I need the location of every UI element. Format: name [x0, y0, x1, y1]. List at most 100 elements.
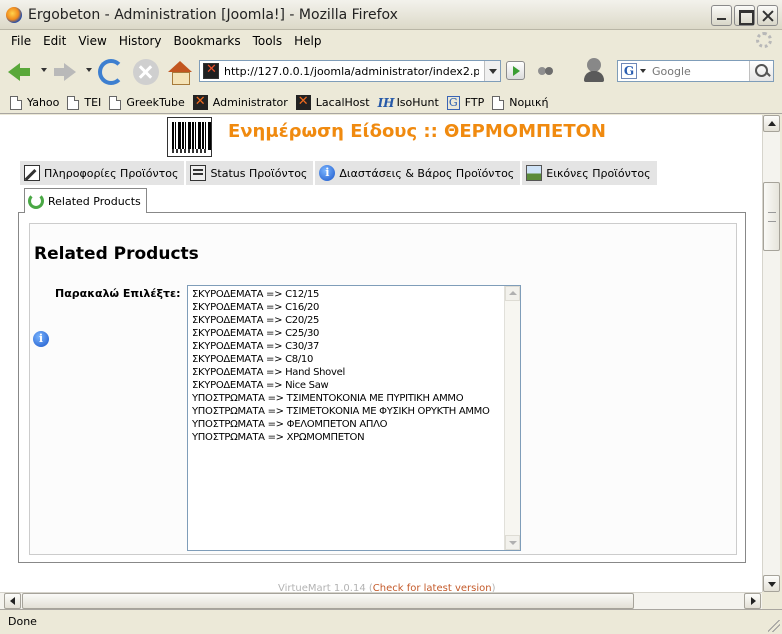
page-icon — [492, 95, 505, 110]
menu-file[interactable]: File — [5, 34, 37, 48]
stop-button[interactable] — [133, 59, 159, 85]
field-label: Παρακαλώ Επιλέξτε: — [55, 287, 181, 300]
status-bar: Done — [0, 609, 782, 634]
scroll-down-arrow-icon[interactable] — [763, 575, 780, 592]
list-option[interactable]: ΣΚΥΡΟΔΕΜΑΤΑ => C16/20 — [192, 301, 490, 314]
listbox-scrollbar[interactable] — [504, 286, 520, 550]
page-icon — [109, 95, 122, 110]
bookmark-lacalhost[interactable]: LacalHost — [295, 94, 370, 110]
tab-product-status[interactable]: Status Προϊόντος — [185, 160, 315, 186]
vertical-scrollbar[interactable] — [762, 115, 780, 592]
related-products-select[interactable]: ΣΚΥΡΟΔΕΜΑΤΑ => C12/15 ΣΚΥΡΟΔΕΜΑΤΑ => C16… — [187, 285, 521, 551]
bookmark-greektube[interactable]: GreekTube — [109, 95, 185, 110]
search-icon[interactable] — [749, 61, 773, 81]
list-option[interactable]: ΥΠΟΣΤΡΩΜΑΤΑ => ΤΣΙΜΕΤΟΚΟΝΙΑ ΜΕ ΦΥΣΙΚΗ ΟΡ… — [192, 405, 490, 418]
scroll-right-arrow-icon[interactable] — [744, 593, 761, 609]
info-icon: i — [319, 165, 336, 181]
tab-product-info[interactable]: Πληροφορίες Προϊόντος — [19, 160, 186, 186]
list-option[interactable]: ΣΚΥΡΟΔΕΜΑΤΑ => C8/10 — [192, 353, 490, 366]
window-titlebar: Ergobeton - Administration [Joomla!] - M… — [0, 0, 782, 30]
maximize-button[interactable] — [734, 5, 755, 26]
home-button[interactable] — [167, 59, 193, 85]
scroll-down-arrow-icon[interactable] — [505, 535, 520, 550]
tab-dimensions-weight[interactable]: i Διαστάσεις & Βάρος Προϊόντος — [314, 160, 522, 186]
menu-bar: File Edit View History Bookmarks Tools H… — [0, 30, 782, 52]
tab-product-images[interactable]: Εικόνες Προϊόντος — [521, 160, 658, 186]
image-icon — [526, 165, 543, 181]
page-icon — [67, 95, 80, 110]
scroll-thumb-horizontal[interactable] — [22, 593, 634, 609]
menu-history[interactable]: History — [113, 34, 168, 48]
navigation-toolbar: http://127.0.0.1/joomla/administrator/in… — [0, 52, 782, 90]
list-option[interactable]: ΣΚΥΡΟΔΕΜΑΤΑ => C25/30 — [192, 327, 490, 340]
throbber-icon — [756, 32, 772, 48]
status-icon — [190, 165, 207, 181]
forward-history-dropdown[interactable] — [86, 68, 92, 72]
page-viewport: Ενημέρωση Είδους :: ΘΕΡΜΟΜΠΕΤΟΝ Πληροφορ… — [0, 115, 762, 592]
url-bar[interactable]: http://127.0.0.1/joomla/administrator/in… — [199, 60, 501, 82]
bookmark-ftp[interactable]: G FTP — [446, 95, 484, 110]
menu-view[interactable]: View — [72, 34, 112, 48]
menu-tools[interactable]: Tools — [247, 34, 289, 48]
product-tabs: Πληροφορίες Προϊόντος Status Προϊόντος i… — [19, 160, 658, 186]
page-icon — [10, 95, 22, 110]
list-option[interactable]: ΣΚΥΡΟΔΕΜΑΤΑ => C30/37 — [192, 340, 490, 353]
url-text[interactable]: http://127.0.0.1/joomla/administrator/in… — [224, 65, 479, 78]
bookmark-tei[interactable]: TEI — [67, 95, 101, 110]
scroll-up-arrow-icon[interactable] — [505, 286, 520, 301]
list-option[interactable]: ΥΠΟΣΤΡΩΜΑΤΑ => ΦΕΛΟΜΠΕΤΟΝ ΑΠΛΟ — [192, 418, 490, 431]
page-title: Ενημέρωση Είδους :: ΘΕΡΜΟΜΠΕΤΟΝ — [228, 121, 606, 142]
go-button[interactable] — [506, 61, 525, 80]
status-text: Done — [8, 615, 37, 628]
scrollbar-corner — [762, 592, 782, 609]
forward-button[interactable] — [52, 59, 78, 85]
section-title: Related Products — [34, 244, 199, 264]
window-controls — [711, 5, 778, 26]
search-engine-dropdown[interactable] — [640, 69, 646, 73]
resize-grip-icon[interactable] — [768, 620, 780, 632]
list-option[interactable]: ΣΚΥΡΟΔΕΜΑΤΑ => Hand Shovel — [192, 366, 490, 379]
bookmark-administrator[interactable]: Administrator — [192, 94, 288, 110]
menu-edit[interactable]: Edit — [37, 34, 72, 48]
list-option[interactable]: ΥΠΟΣΤΡΩΜΑΤΑ => ΤΣΙΜΕΝΤΟΚΟΝΙΑ ΜΕ ΠΥΡΙΤΙΚΗ… — [192, 392, 490, 405]
joomla-icon — [192, 94, 208, 110]
window-title: Ergobeton - Administration [Joomla!] - M… — [28, 6, 398, 23]
bookmark-nomiki[interactable]: Νομική — [492, 95, 548, 110]
tab-related-products[interactable]: Related Products — [24, 188, 147, 213]
search-input[interactable] — [652, 64, 747, 78]
back-history-dropdown[interactable] — [41, 68, 47, 72]
scroll-left-arrow-icon[interactable] — [4, 593, 21, 609]
horizontal-scrollbar[interactable] — [0, 592, 762, 609]
menu-bookmarks[interactable]: Bookmarks — [168, 34, 247, 48]
list-option[interactable]: ΣΚΥΡΟΔΕΜΑΤΑ => Nice Saw — [192, 379, 490, 392]
menu-help[interactable]: Help — [288, 34, 327, 48]
list-option[interactable]: ΣΚΥΡΟΔΕΜΑΤΑ => C20/25 — [192, 314, 490, 327]
reload-button[interactable] — [98, 59, 124, 85]
options-list: ΣΚΥΡΟΔΕΜΑΤΑ => C12/15 ΣΚΥΡΟΔΕΜΑΤΑ => C16… — [192, 288, 490, 444]
list-option[interactable]: ΥΠΟΣΤΡΩΜΑΤΑ => ΧΡΩΜΟΜΠΕΤΟΝ — [192, 431, 490, 444]
info-icon[interactable]: i — [33, 331, 49, 347]
related-products-panel: Related Products Παρακαλώ Επιλέξτε: i ΣΚ… — [29, 223, 737, 555]
extension-icon[interactable] — [538, 65, 554, 77]
tab-panel: Related Products Παρακαλώ Επιλέξτε: i ΣΚ… — [18, 212, 746, 563]
footer-version: VirtueMart 1.0.14 (Check for latest vers… — [278, 583, 496, 592]
scroll-up-arrow-icon[interactable] — [763, 115, 780, 132]
check-version-link[interactable]: Check for latest version — [373, 583, 492, 592]
back-button[interactable] — [6, 59, 32, 85]
bookmarks-toolbar: Yahoo TEI GreekTube Administrator LacalH… — [0, 92, 782, 114]
search-bar: G — [617, 60, 774, 82]
url-history-dropdown[interactable] — [484, 61, 500, 81]
firefox-icon — [6, 6, 22, 23]
list-option[interactable]: ΣΚΥΡΟΔΕΜΑΤΑ => C12/15 — [192, 288, 490, 301]
sync-icon — [28, 193, 44, 209]
google-icon: G — [446, 95, 460, 110]
google-engine-icon[interactable]: G — [621, 63, 637, 79]
bookmark-yahoo[interactable]: Yahoo — [10, 95, 59, 110]
barcode-icon — [167, 117, 212, 157]
isohunt-icon: IH — [377, 95, 395, 110]
minimize-button[interactable] — [711, 5, 732, 26]
profile-icon[interactable] — [582, 58, 606, 84]
scroll-thumb[interactable] — [763, 182, 780, 251]
close-button[interactable] — [757, 5, 778, 26]
bookmark-isohunt[interactable]: IH IsoHunt — [378, 96, 439, 110]
